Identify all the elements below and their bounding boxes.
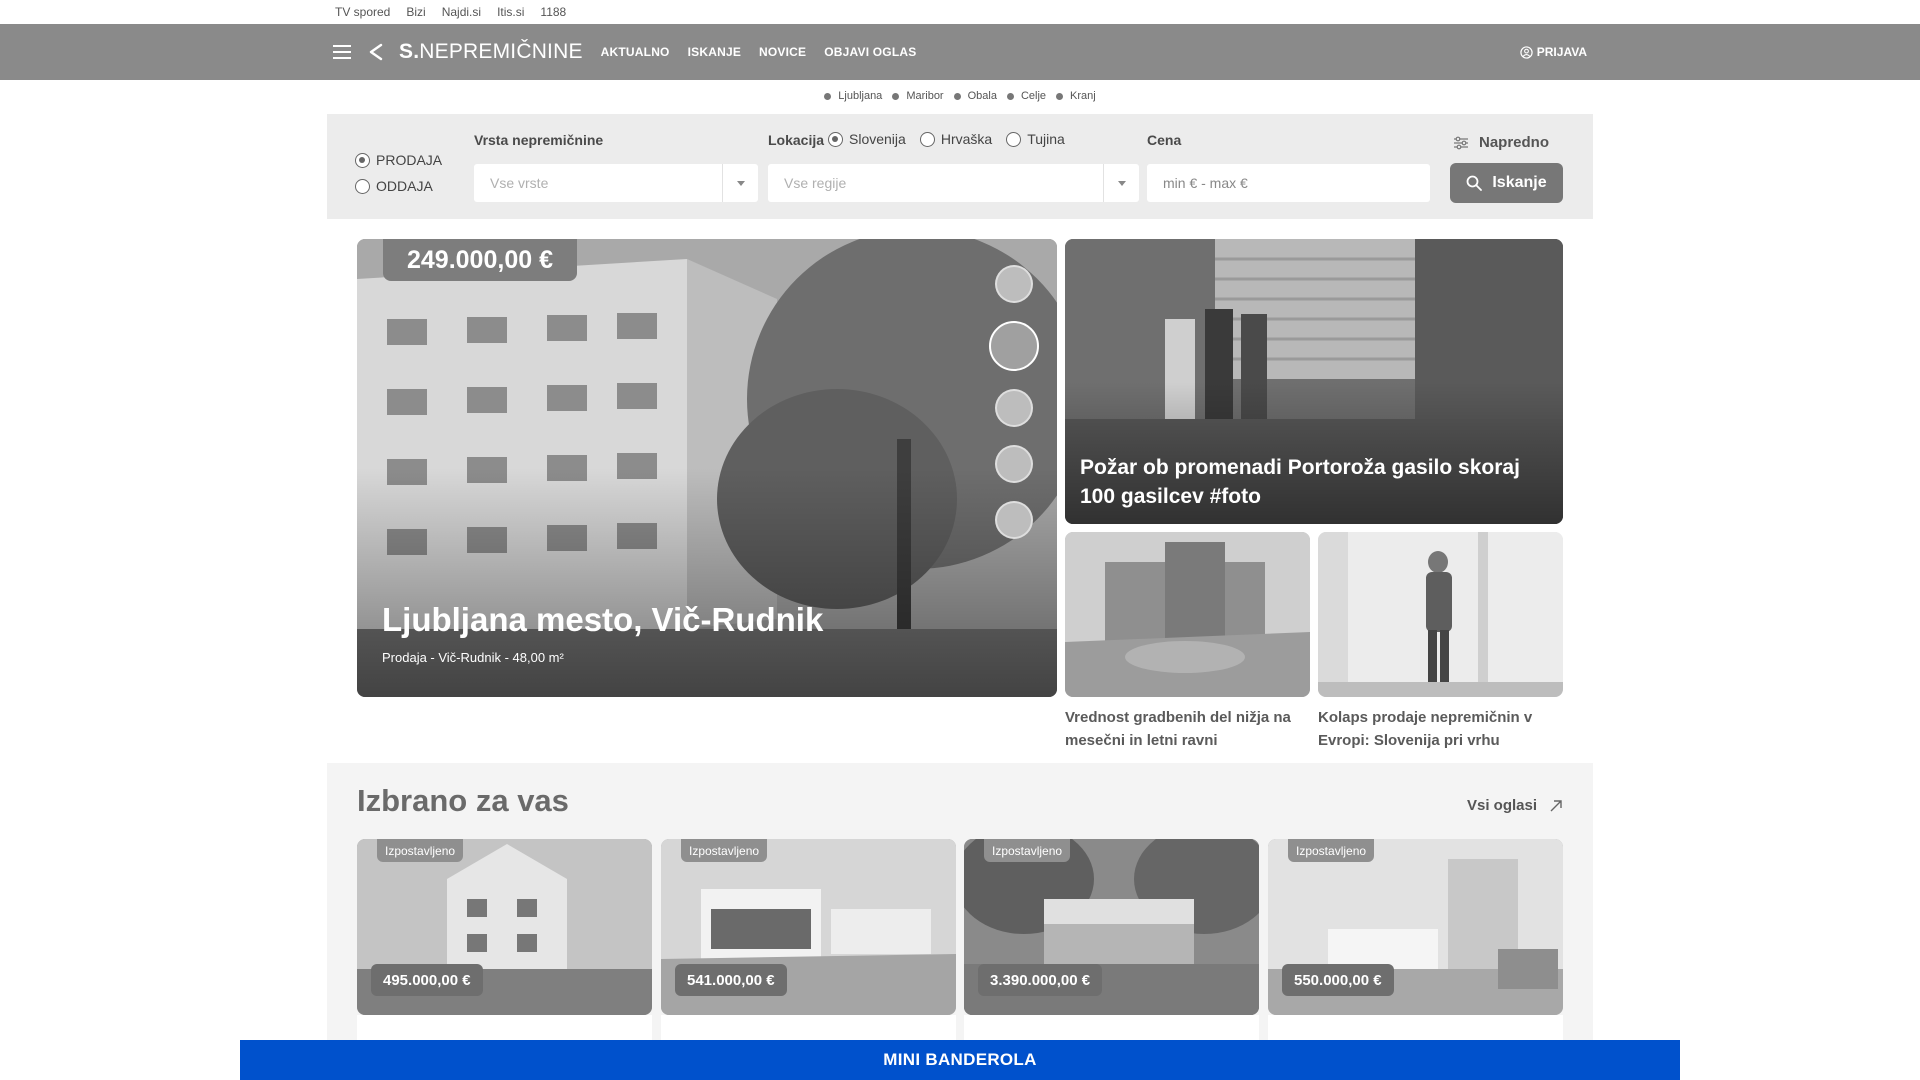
util-link-1188[interactable]: 1188 <box>540 5 566 19</box>
hero-price-tag: 249.000,00 € <box>383 239 577 281</box>
util-link-itis[interactable]: Itis.si <box>497 5 524 19</box>
search-panel: PRODAJA ODDAJA Vrsta nepremičnine Vse vr… <box>327 114 1593 219</box>
city-links: Ljubljana Maribor Obala Celje Kranj <box>0 84 1920 108</box>
news-card-2-image[interactable] <box>1318 532 1563 697</box>
listing-card[interactable]: Izpostavljeno 3.390.000,00 € <box>964 839 1259 1015</box>
user-icon <box>1520 45 1533 59</box>
radio-checked-icon <box>828 131 843 147</box>
listing-card[interactable]: Izpostavljeno 550.000,00 € <box>1268 839 1563 1015</box>
news-card-2-title[interactable]: Kolaps prodaje nepremičnin v Evropi: Slo… <box>1318 706 1568 752</box>
featured-badge: Izpostavljeno <box>1288 839 1375 862</box>
price-label: Cena <box>1147 132 1182 148</box>
city-ljubljana[interactable]: Ljubljana <box>824 90 882 102</box>
news-card-1-title[interactable]: Vrednost gradbenih del nižja na mesečni … <box>1065 706 1315 752</box>
radio-prodaja[interactable]: PRODAJA <box>355 152 442 168</box>
hero-thumbnail[interactable] <box>995 265 1033 303</box>
region-select[interactable]: Vse regije <box>768 164 1139 202</box>
util-link-tv-spored[interactable]: TV spored <box>335 5 390 19</box>
chevron-down-icon <box>1103 164 1139 202</box>
location-radios: Slovenija Hrvaška Tujina <box>828 131 1065 147</box>
city-maribor[interactable]: Maribor <box>892 90 944 102</box>
arrow-up-right-icon <box>1550 799 1562 811</box>
bullet-icon <box>1056 92 1064 100</box>
utility-bar: TV spored Bizi Najdi.si Itis.si 1188 <box>0 0 1920 24</box>
hero-thumbnails <box>989 265 1039 539</box>
sliders-icon <box>1454 136 1468 149</box>
bullet-icon <box>953 92 961 100</box>
back-arrow-icon[interactable] <box>367 43 385 61</box>
nav-aktualno[interactable]: AKTUALNO <box>601 45 670 59</box>
listing-price: 550.000,00 € <box>1282 964 1394 996</box>
util-link-najdi[interactable]: Najdi.si <box>442 5 481 19</box>
bullet-icon <box>892 92 900 100</box>
bullet-icon <box>1006 92 1014 100</box>
listing-price: 541.000,00 € <box>675 964 787 996</box>
all-ads-link[interactable]: Vsi oglasi <box>1467 797 1563 814</box>
city-obala[interactable]: Obala <box>953 90 997 102</box>
login-label: PRIJAVA <box>1536 45 1587 59</box>
hero-title: Ljubljana mesto, Vič-Rudnik <box>382 601 824 638</box>
city-kranj[interactable]: Kranj <box>1056 90 1096 102</box>
featured-badge: Izpostavljeno <box>984 839 1071 862</box>
hero-listing-card[interactable]: 249.000,00 € Ljubljana mesto, Vič-Rudnik… <box>357 239 1057 697</box>
bullet-icon <box>824 92 832 100</box>
deal-type-radios: PRODAJA ODDAJA <box>355 152 442 194</box>
radio-slovenija[interactable]: Slovenija <box>828 131 906 147</box>
listing-price: 495.000,00 € <box>371 964 483 996</box>
main-header: S.NEPREMIČNINE AKTUALNO ISKANJE NOVICE O… <box>0 24 1920 80</box>
nav-objavi-oglas[interactable]: OBJAVI OGLAS <box>824 45 916 59</box>
site-logo[interactable]: S.NEPREMIČNINE <box>399 40 583 64</box>
news-card-1-image[interactable] <box>1065 532 1310 697</box>
login-button[interactable]: PRIJAVA <box>1520 45 1587 59</box>
hero-thumbnail-active[interactable] <box>989 321 1039 371</box>
city-celje[interactable]: Celje <box>1006 90 1046 102</box>
radio-unchecked-icon <box>919 131 935 147</box>
listing-card[interactable]: Izpostavljeno 541.000,00 € <box>661 839 956 1015</box>
hero-thumbnail[interactable] <box>995 389 1033 427</box>
main-nav: AKTUALNO ISKANJE NOVICE OBJAVI OGLAS <box>601 45 917 59</box>
hero-thumbnail[interactable] <box>995 501 1033 539</box>
location-label: Lokacija <box>768 132 825 148</box>
news-photo-person <box>1318 532 1563 697</box>
news-main-title: Požar ob promenadi Portoroža gasilo skor… <box>1080 456 1520 508</box>
radio-oddaja[interactable]: ODDAJA <box>355 178 442 194</box>
advanced-search-button[interactable]: Napredno <box>1453 134 1549 151</box>
radio-unchecked-icon <box>355 178 370 194</box>
radio-tujina[interactable]: Tujina <box>1006 131 1065 147</box>
price-input[interactable]: min € - max € <box>1147 164 1430 202</box>
search-icon <box>1466 175 1483 191</box>
news-photo-construction <box>1065 532 1310 697</box>
search-button[interactable]: Iskanje <box>1450 163 1563 203</box>
type-label: Vrsta nepremičnine <box>474 132 604 148</box>
featured-badge: Izpostavljeno <box>377 839 464 862</box>
radio-hrvaska[interactable]: Hrvaška <box>919 131 992 147</box>
featured-section: Izbrano za vas Vsi oglasi Izpostavljeno … <box>327 763 1593 1080</box>
mini-banner[interactable]: MINI BANDEROLA <box>240 1040 1680 1080</box>
radio-checked-icon <box>355 152 370 168</box>
property-type-select[interactable]: Vse vrste <box>474 164 758 202</box>
menu-icon[interactable] <box>333 45 351 59</box>
utility-links: TV spored Bizi Najdi.si Itis.si 1188 <box>335 0 566 24</box>
radio-unchecked-icon <box>1006 131 1022 147</box>
news-main-card[interactable]: Požar ob promenadi Portoroža gasilo skor… <box>1065 239 1563 524</box>
header-inner: S.NEPREMIČNINE AKTUALNO ISKANJE NOVICE O… <box>333 24 1587 80</box>
nav-novice[interactable]: NOVICE <box>759 45 806 59</box>
hero-thumbnail[interactable] <box>995 445 1033 483</box>
listing-card[interactable]: Izpostavljeno 495.000,00 € <box>357 839 652 1015</box>
featured-badge: Izpostavljeno <box>681 839 768 862</box>
listing-price: 3.390.000,00 € <box>978 964 1103 996</box>
hero-subtitle: Prodaja - Vič-Rudnik - 48,00 m² <box>382 650 564 665</box>
util-link-bizi[interactable]: Bizi <box>406 5 425 19</box>
nav-iskanje[interactable]: ISKANJE <box>688 45 741 59</box>
featured-title: Izbrano za vas <box>357 783 569 818</box>
chevron-down-icon <box>722 164 758 202</box>
